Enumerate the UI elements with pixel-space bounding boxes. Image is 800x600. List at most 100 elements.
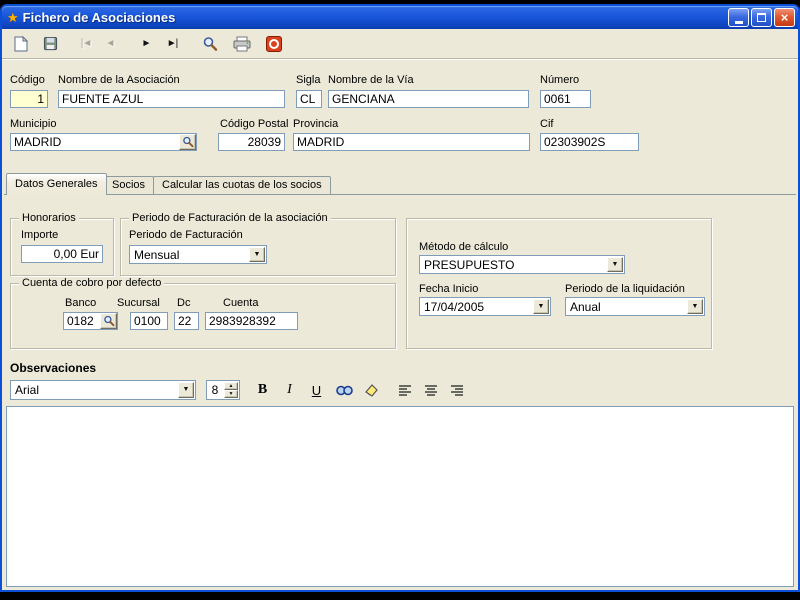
search-button[interactable]	[198, 32, 222, 55]
align-center-button[interactable]	[418, 379, 443, 401]
observaciones-label: Observaciones	[10, 361, 96, 375]
periodo-liquidacion-combo[interactable]: Anual ▼	[565, 297, 705, 316]
codigo-field[interactable]: 1	[10, 90, 48, 108]
periodo-facturacion-combo[interactable]: Mensual ▼	[129, 245, 267, 264]
nombre-via-label: Nombre de la Vía	[328, 74, 414, 86]
dc-label: Dc	[177, 297, 190, 309]
magnifier-icon	[202, 36, 218, 52]
banco-value: 0182	[67, 314, 94, 328]
nombre-via-field[interactable]: GENCIANA	[328, 90, 529, 108]
tab-socios[interactable]: Socios	[103, 176, 154, 194]
print-button[interactable]	[230, 32, 254, 55]
dc-field[interactable]: 22	[174, 312, 199, 330]
codigo-postal-field[interactable]: 28039	[218, 133, 285, 151]
align-left-button[interactable]	[392, 379, 417, 401]
italic-button[interactable]: I	[277, 379, 302, 401]
bold-button[interactable]: B	[250, 379, 275, 401]
nombre-asociacion-field[interactable]: FUENTE AZUL	[58, 90, 285, 108]
spin-down-icon[interactable]: ▼	[224, 390, 238, 398]
calculo-group: Método de cálculo PRESUPUESTO ▼ Fecha In…	[406, 218, 712, 349]
bold-icon: B	[258, 382, 267, 398]
numero-field[interactable]: 0061	[540, 90, 591, 108]
underline-button[interactable]: U	[304, 379, 329, 401]
chevron-down-icon[interactable]: ▼	[249, 247, 265, 262]
align-right-button[interactable]	[444, 379, 469, 401]
chevron-down-icon[interactable]: ▼	[533, 299, 549, 314]
previous-record-button[interactable]: ◄	[98, 32, 122, 55]
align-left-icon	[398, 384, 412, 397]
numero-label: Número	[540, 74, 579, 86]
sigla-label: Sigla	[296, 74, 320, 86]
previous-record-icon: ◄	[106, 38, 115, 49]
exit-icon	[266, 36, 282, 52]
cuenta-cobro-group: Cuenta de cobro por defecto Banco Sucurs…	[10, 283, 396, 349]
align-right-icon	[450, 384, 464, 397]
next-record-icon: ►	[142, 38, 151, 49]
importe-field[interactable]: 0,00 Eur	[21, 245, 103, 263]
periodo-facturacion-label: Periodo de Facturación	[129, 229, 243, 241]
cuenta-cobro-group-title: Cuenta de cobro por defecto	[19, 277, 164, 289]
cif-label: Cif	[540, 118, 553, 130]
nombre-asociacion-label: Nombre de la Asociación	[58, 74, 180, 86]
observaciones-textarea[interactable]	[6, 406, 794, 587]
new-document-icon	[13, 36, 28, 52]
banco-search-button[interactable]	[100, 313, 117, 329]
spin-up-icon[interactable]: ▲	[224, 382, 238, 390]
periodo-liquidacion-value: Anual	[570, 300, 601, 314]
minimize-button[interactable]	[728, 8, 749, 27]
toolbar: |◄ ◄ ► ►|	[2, 29, 798, 59]
chevron-down-icon[interactable]: ▼	[687, 299, 703, 314]
periodo-facturacion-value: Mensual	[134, 248, 179, 262]
exit-button[interactable]	[262, 32, 286, 55]
metodo-calculo-combo[interactable]: PRESUPUESTO ▼	[419, 255, 625, 274]
codigo-label: Código	[10, 74, 45, 86]
maximize-button[interactable]	[751, 8, 772, 27]
font-size-spinner[interactable]: 8 ▲ ▼	[206, 380, 240, 400]
window-controls: ×	[728, 8, 795, 27]
last-record-icon: ►|	[167, 38, 178, 49]
provincia-field[interactable]: MADRID	[293, 133, 530, 151]
font-color-button[interactable]	[332, 379, 357, 401]
codigo-postal-label: Código Postal	[220, 118, 289, 130]
tab-calcular-cuotas[interactable]: Calcular las cuotas de los socios	[153, 176, 331, 194]
cuenta-field[interactable]: 2983928392	[205, 312, 298, 330]
highlight-color-button[interactable]	[358, 379, 383, 401]
maximize-icon	[757, 13, 766, 22]
tab-datos-generales[interactable]: Datos Generales	[6, 173, 107, 195]
municipio-field[interactable]: MADRID	[10, 133, 197, 151]
provincia-label: Provincia	[293, 118, 338, 130]
app-star-icon: ★	[7, 10, 19, 26]
font-name-combo[interactable]: Arial ▼	[10, 380, 196, 400]
honorarios-group: Honorarios Importe 0,00 Eur	[10, 218, 114, 276]
align-center-icon	[424, 384, 438, 397]
save-button[interactable]	[38, 32, 62, 55]
banco-field[interactable]: 0182	[63, 312, 118, 330]
italic-icon: I	[287, 382, 292, 398]
chevron-down-icon[interactable]: ▼	[607, 257, 623, 272]
new-record-button[interactable]	[8, 32, 32, 55]
chevron-down-icon[interactable]: ▼	[178, 382, 194, 398]
close-button[interactable]: ×	[774, 8, 795, 27]
municipio-search-button[interactable]	[179, 134, 196, 150]
next-record-button[interactable]: ►	[134, 32, 158, 55]
tab-strip-line	[4, 194, 796, 195]
first-record-button[interactable]: |◄	[74, 32, 98, 55]
title-bar[interactable]: ★ Fichero de Asociaciones ×	[2, 6, 798, 29]
last-record-button[interactable]: ►|	[160, 32, 184, 55]
cuenta-label: Cuenta	[223, 297, 258, 309]
fecha-inicio-label: Fecha Inicio	[419, 283, 478, 295]
sigla-field[interactable]: CL	[296, 90, 322, 108]
font-color-icon	[336, 384, 353, 397]
app-window: ★ Fichero de Asociaciones × |◄ ◄ ► ►|	[0, 4, 800, 592]
underline-icon: U	[312, 383, 321, 398]
sucursal-field[interactable]: 0100	[130, 312, 168, 330]
metodo-calculo-value: PRESUPUESTO	[424, 258, 514, 272]
first-record-icon: |◄	[81, 38, 92, 49]
fecha-inicio-combo[interactable]: 17/04/2005 ▼	[419, 297, 551, 316]
periodo-liquidacion-label: Periodo de la liquidación	[565, 283, 685, 295]
fecha-inicio-value: 17/04/2005	[424, 300, 484, 314]
cif-field[interactable]: 02303902S	[540, 133, 639, 151]
honorarios-group-title: Honorarios	[19, 212, 79, 224]
minimize-icon	[735, 21, 743, 24]
font-size-value: 8	[207, 383, 223, 397]
